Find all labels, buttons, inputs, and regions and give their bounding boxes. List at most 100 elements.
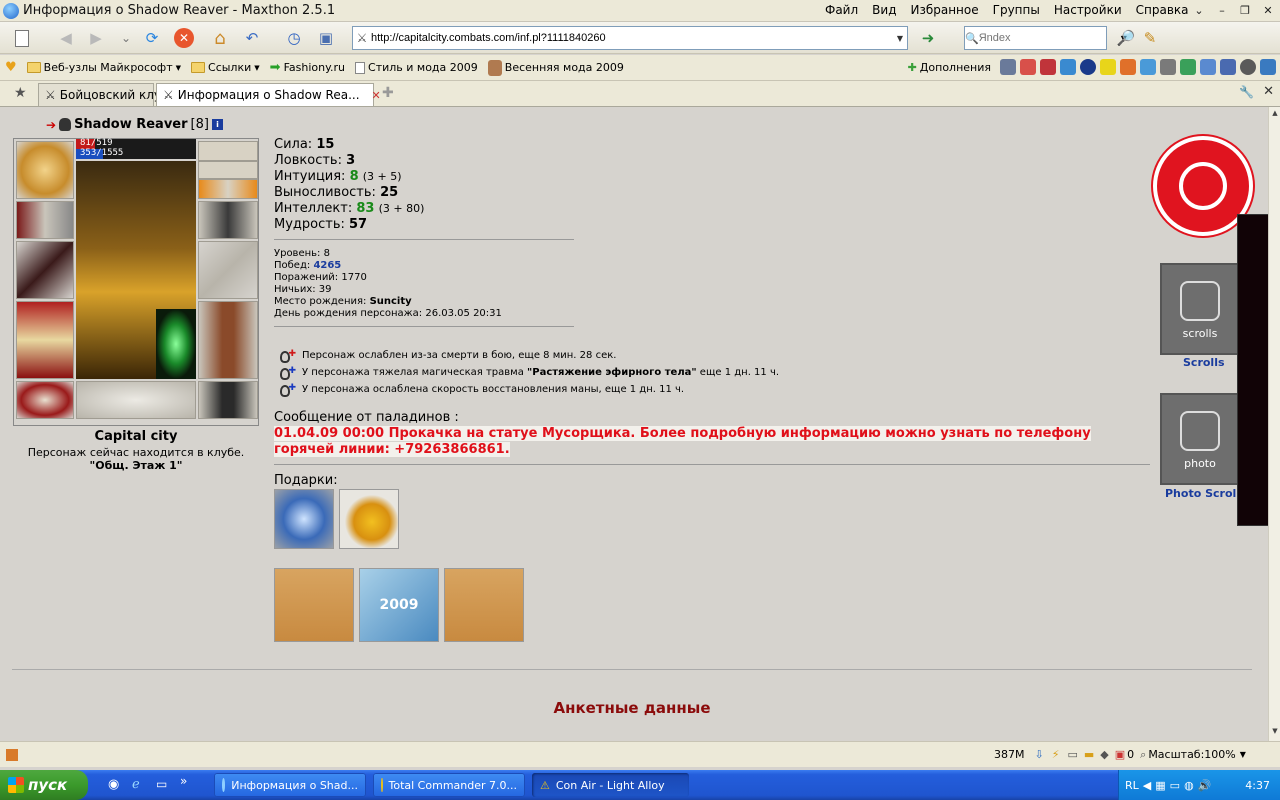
address-dropdown-icon[interactable]: ▼ [893, 34, 907, 43]
task-total-commander[interactable]: Total Commander 7.0... [373, 773, 525, 797]
ie-icon[interactable]: ℯ [132, 777, 140, 792]
scroll-down-icon[interactable]: ▼ [1269, 727, 1280, 739]
refresh-button[interactable]: ⟳ [140, 26, 164, 50]
amulet-slot[interactable] [198, 161, 258, 179]
new-tab-button[interactable] [10, 26, 34, 50]
helmet-slot[interactable] [16, 141, 74, 199]
plugin-image-icon[interactable] [1140, 59, 1156, 75]
wrench-icon[interactable]: 🔧 [1239, 85, 1254, 99]
screen-icon[interactable]: ▣ [314, 26, 338, 50]
eraser-icon[interactable]: ◆ [1100, 748, 1108, 761]
home-button[interactable]: ⌂ [208, 26, 232, 50]
scrolls-link[interactable]: Scrolls [1183, 356, 1225, 369]
plugin-arrows-icon[interactable] [1060, 59, 1076, 75]
popup-icon[interactable]: ▭ [1067, 748, 1077, 761]
stop-button[interactable]: ✕ [172, 26, 196, 50]
back-button[interactable]: ◀ [54, 26, 78, 50]
gift-card-2009[interactable]: 2009 [359, 568, 439, 642]
search-input[interactable] [978, 32, 1121, 44]
plugin-note-icon[interactable] [1100, 59, 1116, 75]
zoom-icon[interactable]: ⌕ [1140, 748, 1146, 762]
scrolls-card[interactable]: scrolls [1160, 263, 1240, 355]
info-icon[interactable]: i [211, 119, 223, 130]
minimize-button[interactable]: – [1212, 1, 1232, 19]
menu-help[interactable]: Справка [1129, 3, 1196, 17]
star-icon[interactable]: ★ [14, 85, 27, 101]
forward-button[interactable]: ▶ [84, 26, 108, 50]
close-all-tabs-icon[interactable]: ✕ [1263, 84, 1274, 99]
plugin-zoom-icon[interactable] [1200, 59, 1216, 75]
menu-file[interactable]: Файл [818, 3, 865, 17]
undo-close-button[interactable]: ↶ [240, 26, 264, 50]
desktop-icon[interactable]: ▭ [156, 777, 167, 791]
network-icon[interactable]: ▦ [1155, 779, 1165, 792]
link-spring-fashion-2009[interactable]: Весенняя мода 2009 [483, 59, 629, 76]
gloves-slot[interactable] [198, 201, 258, 239]
new-tab-icon[interactable]: ✚ [382, 85, 394, 101]
restore-button[interactable]: ❐ [1235, 1, 1255, 19]
plugin-link-icon[interactable] [1160, 59, 1176, 75]
belt-slot[interactable] [16, 381, 74, 419]
tab-character-info[interactable]: ⚔ Информация о Shadow Rea... ✕ [156, 83, 381, 106]
link-links-folder[interactable]: Ссылки ▼ [186, 61, 265, 74]
vertical-scrollbar[interactable]: ▲ ▼ [1268, 107, 1280, 741]
weapon-slot[interactable] [16, 241, 74, 299]
link-fashiony[interactable]: ➡ Fashiony.ru [265, 60, 350, 75]
history-dropdown-icon[interactable]: ⌄ [114, 26, 138, 50]
volume-icon[interactable]: 🔊 [1198, 779, 1212, 792]
plugin-add-icon[interactable] [1180, 59, 1196, 75]
tab-fight-club[interactable]: ⚔ Бойцовский клуб [38, 83, 168, 106]
favorites-heart-icon[interactable]: ♥ [0, 60, 22, 75]
plugin-block-icon[interactable] [1040, 59, 1056, 75]
gift-bell[interactable] [339, 489, 399, 549]
bracers-slot[interactable] [16, 201, 74, 239]
language-indicator[interactable]: RL [1125, 779, 1139, 792]
shield-slot[interactable] [198, 241, 258, 299]
blocked-icon[interactable]: ▣ [1115, 748, 1125, 761]
highlight-icon[interactable]: ✎ [1138, 26, 1162, 50]
monitor-icon[interactable]: ▭ [1170, 779, 1180, 792]
photo-scrolls-link[interactable]: Photo Scrolls [1165, 487, 1247, 500]
zoom-dropdown-icon[interactable]: ▼ [1240, 750, 1246, 759]
legs-slot[interactable] [198, 301, 258, 379]
character-portrait[interactable] [76, 161, 196, 379]
menu-groups[interactable]: Группы [986, 3, 1047, 17]
zoom-level[interactable]: Масштаб:100% [1148, 748, 1235, 761]
armor-slot[interactable] [16, 301, 74, 379]
back-tray-icon[interactable]: ◀ [1143, 779, 1151, 792]
boots-slot[interactable] [198, 381, 258, 419]
rings-slot[interactable] [198, 179, 258, 199]
chevron-down-icon[interactable]: ⌄ [1189, 1, 1209, 19]
link-microsoft-sites[interactable]: Веб-узлы Майкрософт ▼ [22, 61, 186, 74]
plugin-marker-icon[interactable] [1020, 59, 1036, 75]
gift-card-1[interactable] [274, 568, 354, 642]
address-input[interactable] [371, 28, 893, 48]
plugin-grid-icon[interactable] [1000, 59, 1016, 75]
close-window-button[interactable]: ✕ [1258, 1, 1278, 19]
gift-window[interactable] [274, 489, 334, 549]
menu-favorites[interactable]: Избранное [903, 3, 985, 17]
plugin-compass-icon[interactable] [1080, 59, 1096, 75]
download-icon[interactable]: ⇩ [1035, 748, 1044, 761]
close-tab-icon[interactable]: ✕ [372, 89, 381, 102]
quicklaunch-more-icon[interactable]: » [180, 774, 187, 788]
task-maxthon[interactable]: Информация о Shad... [214, 773, 366, 797]
antivirus-icon[interactable]: ◍ [1184, 779, 1194, 792]
earrings-slot[interactable] [198, 141, 258, 161]
go-button[interactable]: ➜ [916, 26, 940, 50]
gear-icon[interactable] [1240, 59, 1256, 75]
menu-view[interactable]: Вид [865, 3, 903, 17]
lightning-icon[interactable]: ⚡ [1052, 748, 1060, 761]
link-style-fashion-2009[interactable]: Стиль и мода 2009 [350, 61, 483, 74]
clock-icon[interactable]: ◷ [282, 26, 306, 50]
plugin-sync-icon[interactable] [1260, 59, 1276, 75]
start-button[interactable]: пуск [0, 770, 88, 800]
plugin-tools-icon[interactable] [1120, 59, 1136, 75]
media-player-icon[interactable]: ◉ [108, 777, 119, 792]
task-light-alloy[interactable]: ⚠ Con Air - Light Alloy [532, 773, 689, 797]
scroll-up-icon[interactable]: ▲ [1269, 109, 1280, 121]
menu-settings[interactable]: Настройки [1047, 3, 1129, 17]
folder-status-icon[interactable]: ▬ [1084, 748, 1094, 761]
search-engine-icon[interactable]: 🔍 [965, 32, 979, 45]
plugin-capture-icon[interactable] [1220, 59, 1236, 75]
